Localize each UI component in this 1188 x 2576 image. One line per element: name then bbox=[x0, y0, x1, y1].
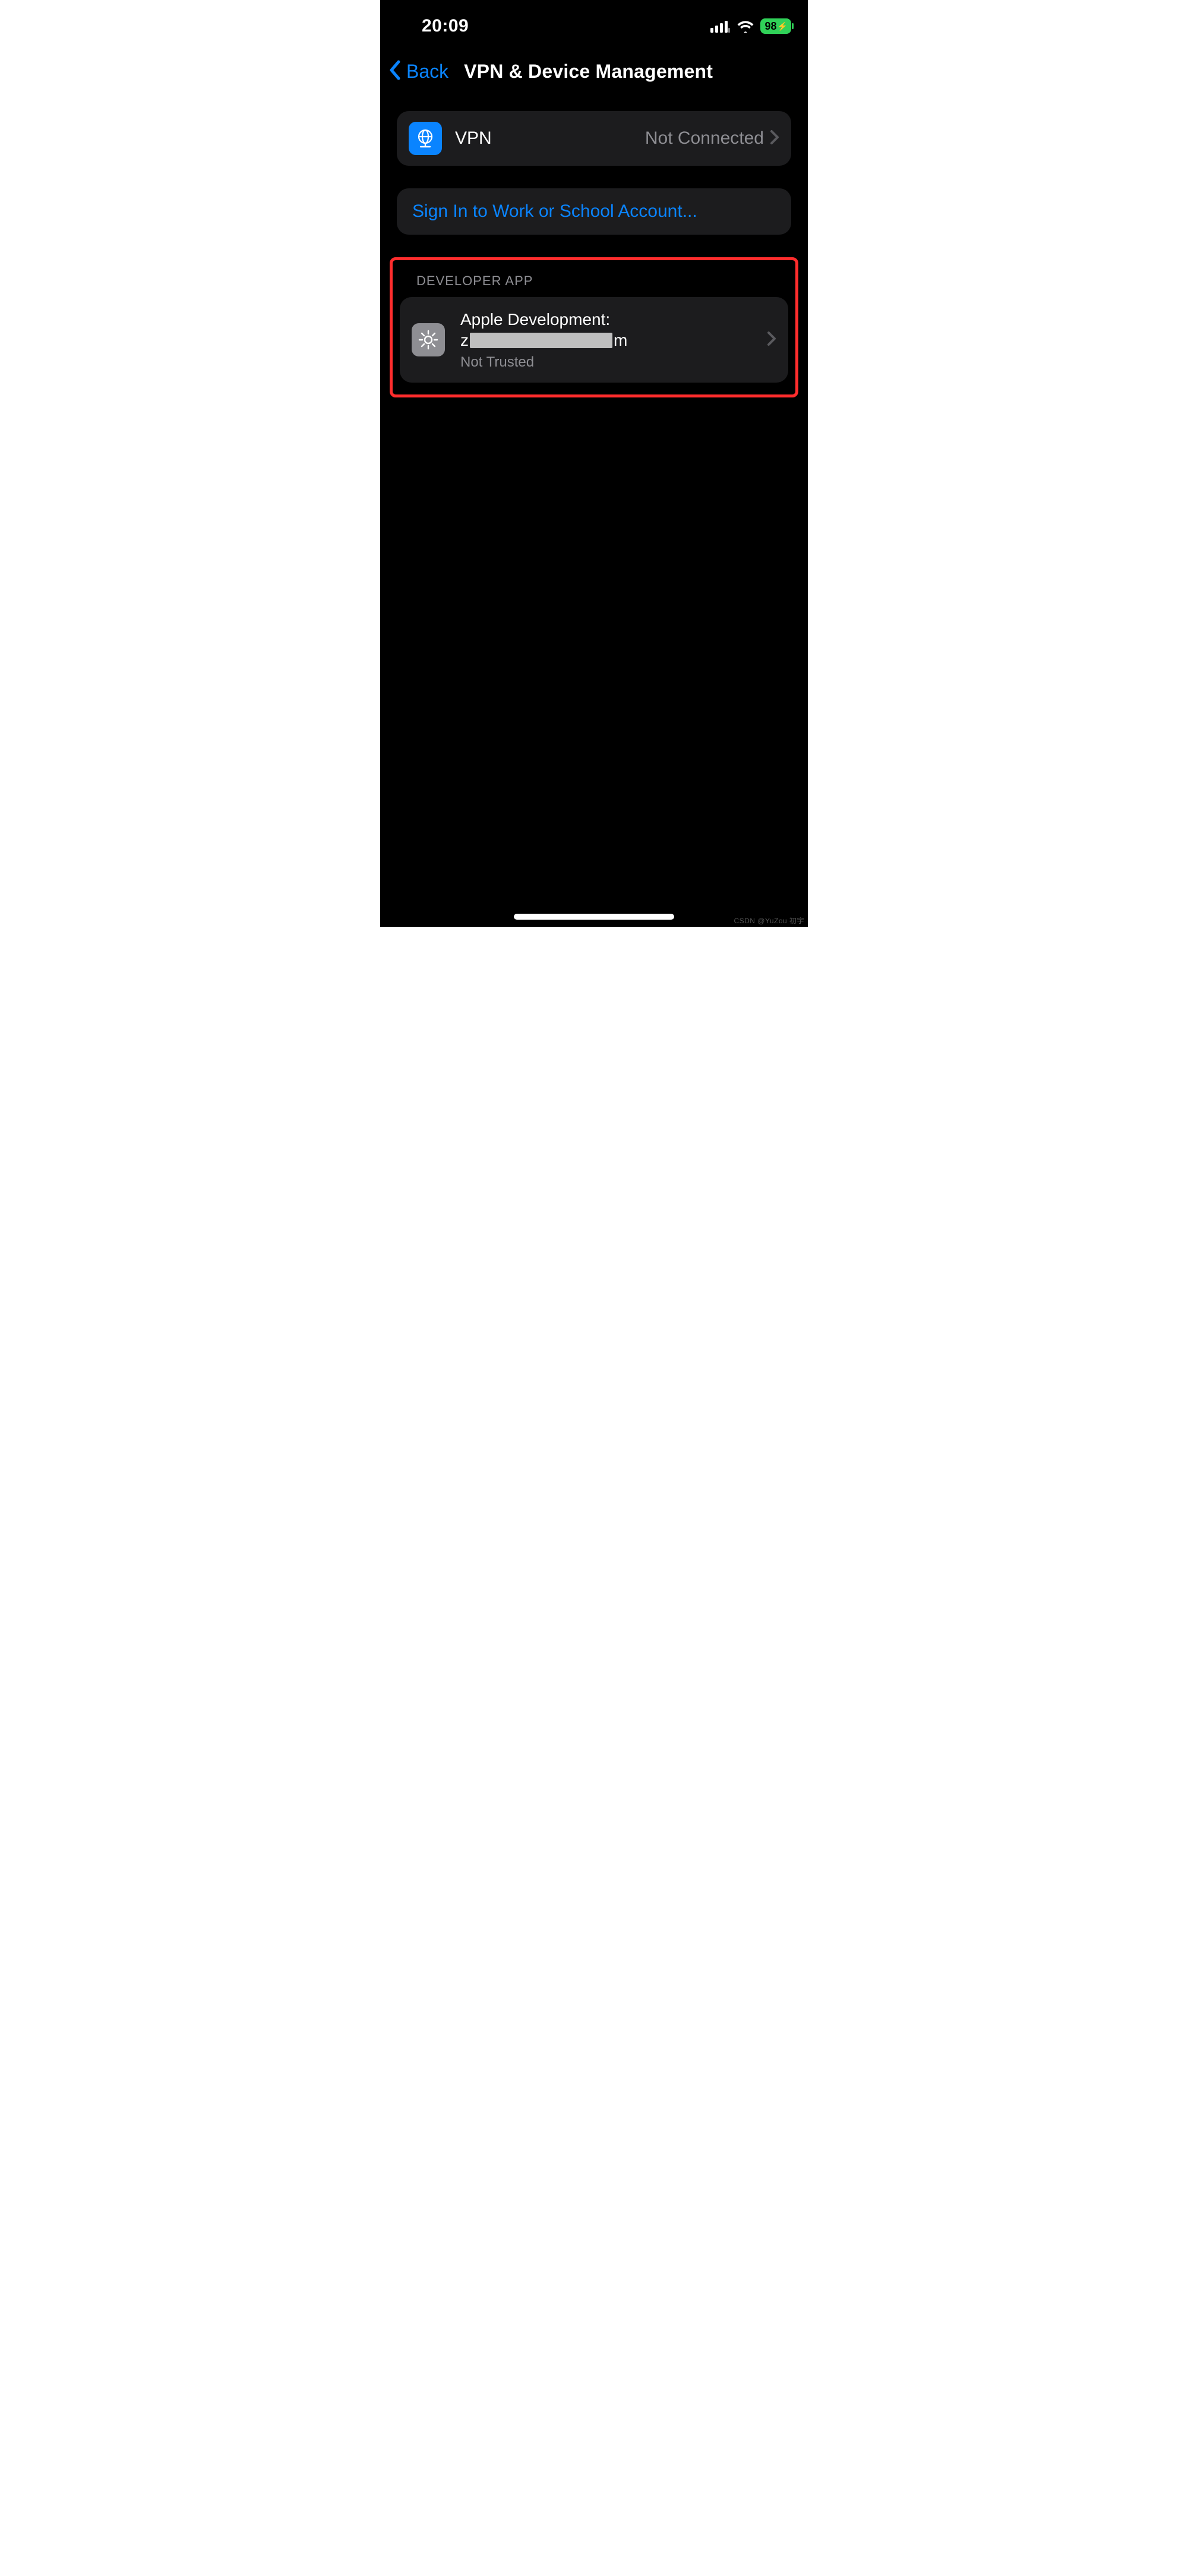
navigation-bar: Back VPN & Device Management bbox=[380, 42, 808, 98]
gear-icon bbox=[412, 323, 445, 356]
developer-email-suffix: m bbox=[614, 330, 627, 351]
vpn-group: VPN Not Connected bbox=[397, 111, 791, 166]
developer-profile-texts: Apple Development: z m Not Trusted bbox=[460, 309, 767, 371]
redacted-email-block bbox=[470, 333, 612, 348]
wifi-icon bbox=[737, 20, 754, 33]
sign-in-row[interactable]: Sign In to Work or School Account... bbox=[397, 188, 791, 235]
developer-profile-subtitle: Not Trusted bbox=[460, 354, 767, 371]
device-frame: 20:09 98⚡ bbox=[380, 0, 808, 927]
sign-in-label: Sign In to Work or School Account... bbox=[412, 201, 697, 221]
developer-email-prefix: z bbox=[460, 330, 469, 351]
home-indicator[interactable] bbox=[514, 914, 674, 920]
page-title: VPN & Device Management bbox=[464, 61, 713, 83]
chevron-right-icon bbox=[770, 130, 779, 148]
battery-percent: 98 bbox=[765, 20, 777, 33]
developer-profile-row[interactable]: Apple Development: z m Not Trusted bbox=[400, 297, 788, 383]
chevron-right-icon bbox=[767, 331, 776, 349]
vpn-row[interactable]: VPN Not Connected bbox=[397, 111, 791, 166]
vpn-globe-icon bbox=[409, 122, 442, 155]
status-bar: 20:09 98⚡ bbox=[380, 0, 808, 42]
cellular-signal-icon bbox=[710, 20, 731, 33]
developer-profile-title-line1: Apple Development: bbox=[460, 309, 767, 330]
developer-profile-title-line2: z m bbox=[460, 330, 767, 351]
vpn-status: Not Connected bbox=[645, 128, 764, 149]
battery-indicator: 98⚡ bbox=[760, 18, 791, 34]
status-time: 20:09 bbox=[422, 16, 469, 36]
status-indicators: 98⚡ bbox=[710, 18, 791, 34]
developer-app-header: DEVELOPER APP bbox=[416, 273, 789, 289]
watermark-text: CSDN @YuZou 初宇 bbox=[734, 916, 804, 926]
back-button[interactable]: Back bbox=[406, 61, 448, 83]
developer-app-highlight: DEVELOPER APP bbox=[390, 257, 798, 397]
back-chevron-icon[interactable] bbox=[388, 59, 402, 84]
charging-bolt-icon: ⚡ bbox=[778, 21, 788, 31]
vpn-label: VPN bbox=[455, 128, 645, 149]
